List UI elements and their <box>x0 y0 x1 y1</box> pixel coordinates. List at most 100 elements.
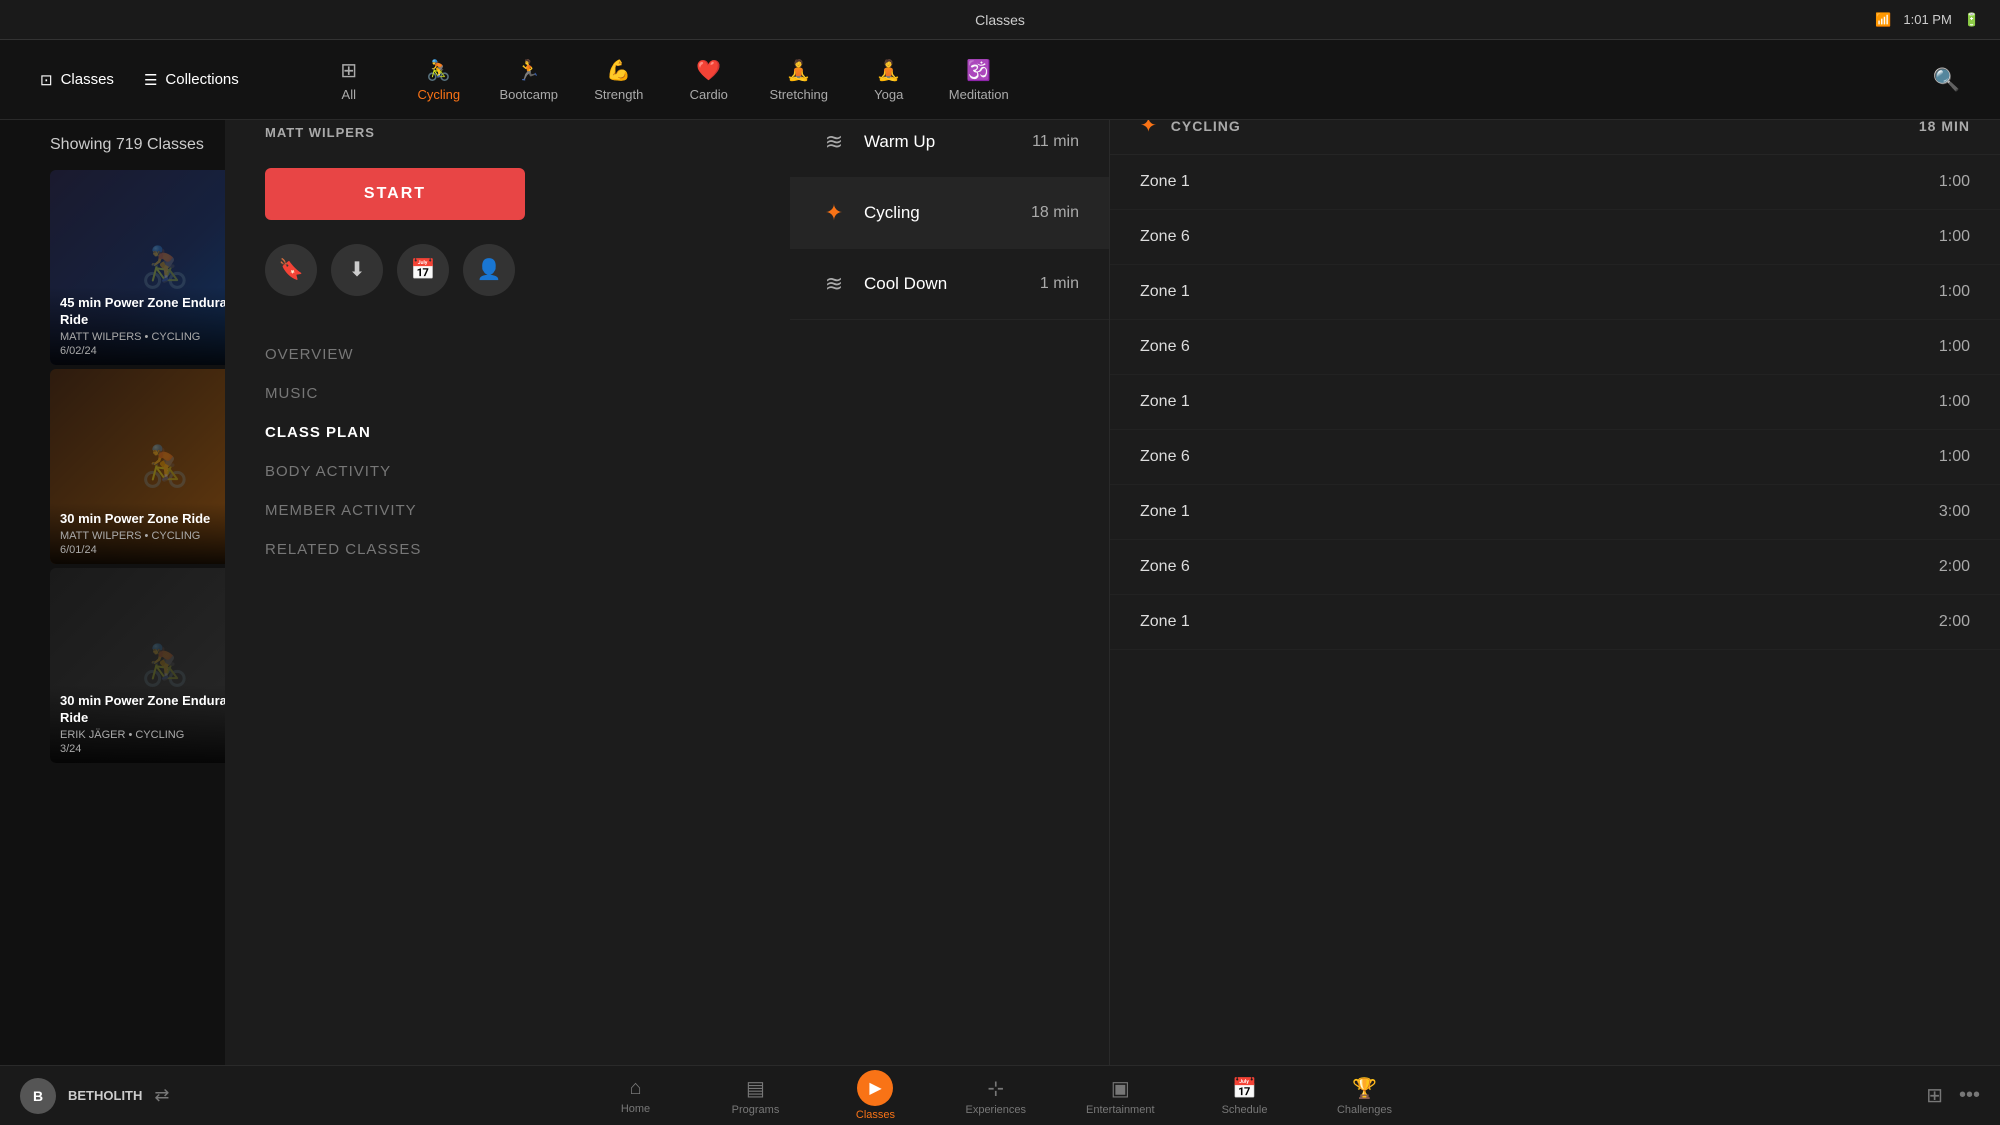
classes-active-icon: ▶ <box>857 1070 893 1106</box>
experiences-label: Experiences <box>965 1104 1026 1116</box>
warmup-icon: ≋ <box>820 129 848 155</box>
calendar-button[interactable]: 📅 <box>397 244 449 296</box>
zone-name-3: Zone 6 <box>1140 338 1190 356</box>
cat-cycling[interactable]: 🚴 Cycling <box>409 58 469 102</box>
user-settings-icon[interactable]: ⇄ <box>154 1085 169 1106</box>
zone-name-1: Zone 6 <box>1140 228 1190 246</box>
share-button[interactable]: 👤 <box>463 244 515 296</box>
nav-entertainment[interactable]: ▣ Entertainment <box>1086 1076 1154 1116</box>
signal-icon: 📶 <box>1875 12 1891 28</box>
top-bar-right: 📶 1:01 PM 🔋 <box>1875 12 1980 28</box>
download-button[interactable]: ⬇ <box>331 244 383 296</box>
cat-all-label: All <box>342 87 356 102</box>
zone-name-8: Zone 1 <box>1140 613 1190 631</box>
classes-label: Classes <box>856 1109 895 1121</box>
cat-stretching[interactable]: 🧘 Stretching <box>769 58 829 102</box>
showing-count: Showing 719 Classes <box>50 136 204 154</box>
segment-cooldown-name: Cool Down <box>864 274 1024 294</box>
zone-row-5: Zone 6 1:00 <box>1110 430 2000 485</box>
bootcamp-icon: 🏃 <box>516 58 541 83</box>
zone-name-7: Zone 6 <box>1140 558 1190 576</box>
zone-time-7: 2:00 <box>1939 558 1970 576</box>
grid-view-icon[interactable]: ⊞ <box>1926 1083 1943 1108</box>
cat-yoga-label: Yoga <box>874 87 903 102</box>
zone-time-5: 1:00 <box>1939 448 1970 466</box>
nav-home[interactable]: ⌂ Home <box>605 1077 665 1115</box>
more-options-icon[interactable]: ••• <box>1959 1084 1980 1107</box>
nav-related-classes[interactable]: RELATED CLASSES <box>265 541 764 558</box>
nav-classes[interactable]: ▶ Classes <box>845 1070 905 1121</box>
search-button[interactable]: 🔍 <box>1933 67 1960 93</box>
user-avatar: B <box>20 1078 56 1114</box>
class-plan-panel: › Class Plan ≋ Warm Up 11 min ✦ Cycling … <box>790 120 2000 1065</box>
cat-stretching-label: Stretching <box>769 87 828 102</box>
cardio-icon: ❤️ <box>696 58 721 83</box>
cycling-icon: 🚴 <box>426 58 451 83</box>
cat-meditation-label: Meditation <box>949 87 1009 102</box>
nav-member-activity[interactable]: MEMBER ACTIVITY <box>265 502 764 519</box>
segment-cooldown-duration: 1 min <box>1040 275 1079 293</box>
nav-experiences[interactable]: ⊹ Experiences <box>965 1076 1026 1116</box>
classes-label: Classes <box>61 71 114 88</box>
zone-time-2: 1:00 <box>1939 283 1970 301</box>
zone-row-6: Zone 1 3:00 <box>1110 485 2000 540</box>
category-nav: ⊞ All 🚴 Cycling 🏃 Bootcamp 💪 Strength ❤️… <box>319 58 1009 102</box>
segment-cycling[interactable]: ✦ Cycling 18 min <box>790 178 1109 249</box>
nav-challenges[interactable]: 🏆 Challenges <box>1335 1076 1395 1116</box>
bookmark-icon: 🔖 <box>279 257 304 282</box>
nav-music[interactable]: MUSIC <box>265 385 764 402</box>
nav-schedule[interactable]: 📅 Schedule <box>1215 1076 1275 1116</box>
entertainment-label: Entertainment <box>1086 1104 1154 1116</box>
detail-panel: 6/13/24 @ 7:30 AM 30 min Power Zone Ride… <box>225 120 805 1065</box>
classes-nav-item[interactable]: ⊡ Classes <box>40 71 114 89</box>
segment-cycling-name: Cycling <box>864 203 1015 223</box>
zone-row-8: Zone 1 2:00 <box>1110 595 2000 650</box>
collections-label: Collections <box>165 71 238 88</box>
segment-cooldown[interactable]: ≋ Cool Down 1 min <box>790 249 1109 320</box>
nav-body-activity[interactable]: BODY ACTIVITY <box>265 463 764 480</box>
zone-time-8: 2:00 <box>1939 613 1970 631</box>
entertainment-icon: ▣ <box>1111 1076 1130 1101</box>
nav-bar: ⊡ Classes ☰ Collections ⊞ All 🚴 Cycling … <box>0 40 2000 120</box>
zone-row-4: Zone 1 1:00 <box>1110 375 2000 430</box>
segments-list: ≋ Warm Up 11 min ✦ Cycling 18 min ≋ Cool… <box>790 120 1110 1065</box>
collections-nav-item[interactable]: ☰ Collections <box>144 71 239 89</box>
schedule-label: Schedule <box>1222 1104 1268 1116</box>
class-plan-body: ≋ Warm Up 11 min ✦ Cycling 18 min ≋ Cool… <box>790 120 2000 1065</box>
home-label: Home <box>621 1103 650 1115</box>
challenges-icon: 🏆 <box>1352 1076 1377 1101</box>
yoga-icon: 🧘 <box>876 58 901 83</box>
nav-programs[interactable]: ▤ Programs <box>725 1076 785 1116</box>
zone-time-0: 1:00 <box>1939 173 1970 191</box>
detail-instructor: MATT WILPERS <box>265 125 764 140</box>
action-icons: 🔖 ⬇ 📅 👤 <box>265 244 764 296</box>
nav-class-plan[interactable]: CLASS PLAN <box>265 424 764 441</box>
cat-meditation[interactable]: 🕉️ Meditation <box>949 58 1009 102</box>
challenges-label: Challenges <box>1337 1104 1392 1116</box>
zone-name-0: Zone 1 <box>1140 173 1190 191</box>
cat-strength[interactable]: 💪 Strength <box>589 58 649 102</box>
share-icon: 👤 <box>477 257 502 282</box>
cat-cycling-label: Cycling <box>417 87 460 102</box>
cat-bootcamp[interactable]: 🏃 Bootcamp <box>499 58 559 102</box>
start-button[interactable]: START <box>265 168 525 220</box>
zone-row-1: Zone 6 1:00 <box>1110 210 2000 265</box>
zone-detail: ✦ CYCLING 18 MIN Zone 1 1:00 Zone 6 1:00… <box>1110 120 2000 1065</box>
detail-navigation: OVERVIEW MUSIC CLASS PLAN BODY ACTIVITY … <box>265 346 764 558</box>
strength-icon: 💪 <box>606 58 631 83</box>
cat-yoga[interactable]: 🧘 Yoga <box>859 58 919 102</box>
segment-warmup[interactable]: ≋ Warm Up 11 min <box>790 120 1109 178</box>
zone-name-5: Zone 6 <box>1140 448 1190 466</box>
bookmark-button[interactable]: 🔖 <box>265 244 317 296</box>
nav-left: ⊡ Classes ☰ Collections <box>40 71 239 89</box>
meditation-icon: 🕉️ <box>966 58 991 83</box>
calendar-icon: 📅 <box>411 257 436 282</box>
cat-all[interactable]: ⊞ All <box>319 58 379 102</box>
nav-overview[interactable]: OVERVIEW <box>265 346 764 363</box>
stretching-icon: 🧘 <box>786 58 811 83</box>
home-icon: ⌂ <box>629 1077 641 1100</box>
cat-cardio-label: Cardio <box>690 87 728 102</box>
zone-time-1: 1:00 <box>1939 228 1970 246</box>
cat-cardio[interactable]: ❤️ Cardio <box>679 58 739 102</box>
zone-section-name: CYCLING <box>1171 120 1241 134</box>
